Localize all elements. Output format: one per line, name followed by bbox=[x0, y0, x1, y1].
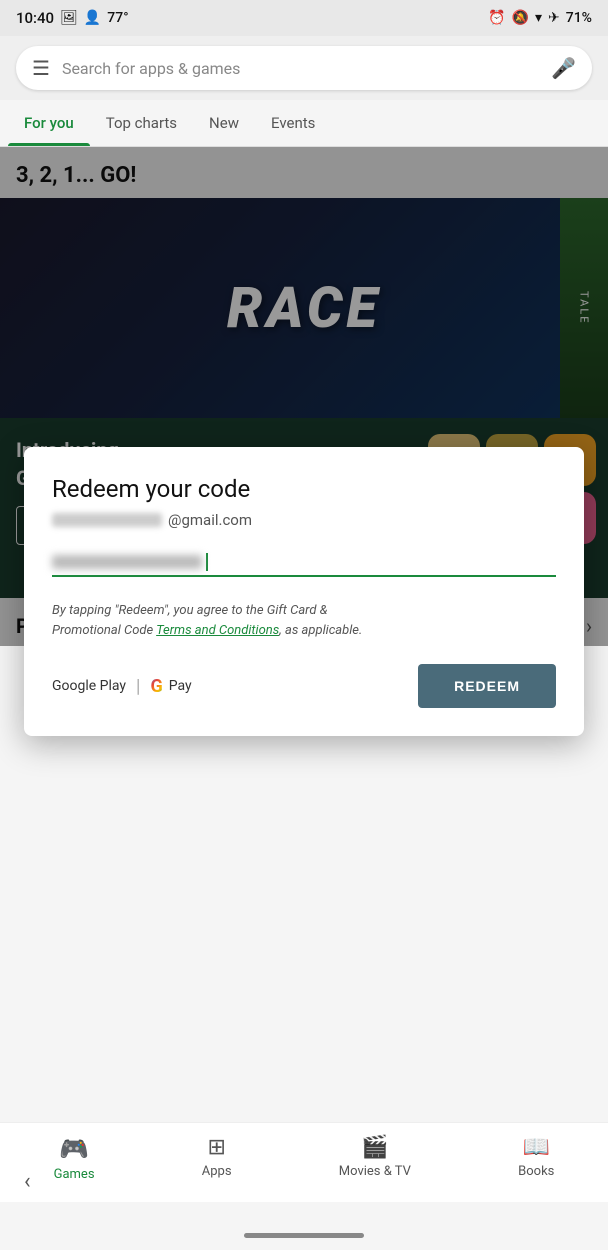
code-blur-text bbox=[52, 555, 202, 569]
nav-item-games[interactable]: 🎮 Games bbox=[42, 1131, 107, 1198]
tab-top-charts[interactable]: Top charts bbox=[90, 100, 193, 146]
code-cursor bbox=[206, 553, 208, 571]
redeem-modal: Redeem your code @gmail.com By tapping "… bbox=[24, 447, 584, 736]
photo-icon: 🖼 bbox=[60, 10, 78, 26]
tab-events[interactable]: Events bbox=[255, 100, 331, 146]
wifi-icon: ▾ bbox=[535, 10, 542, 26]
battery-display: 71% bbox=[566, 10, 592, 26]
nav-item-apps[interactable]: ⊞ Apps bbox=[190, 1131, 244, 1198]
temperature-display: 77° bbox=[107, 10, 128, 26]
modal-footer: Google Play | G Pay REDEEM bbox=[52, 664, 556, 708]
time-display: 10:40 bbox=[16, 9, 54, 27]
nav-item-movies[interactable]: 🎬 Movies & TV bbox=[327, 1131, 423, 1198]
modal-overlay: Redeem your code @gmail.com By tapping "… bbox=[0, 147, 608, 646]
code-underline bbox=[52, 575, 556, 577]
tab-new[interactable]: New bbox=[193, 100, 255, 146]
games-label: Games bbox=[54, 1167, 95, 1182]
hamburger-icon[interactable]: ☰ bbox=[32, 56, 50, 80]
g-logo-icon: G bbox=[150, 676, 162, 697]
code-input-container bbox=[52, 553, 556, 577]
movies-label: Movies & TV bbox=[339, 1164, 411, 1179]
status-bar: 10:40 🖼 👤 77° ⏰ 🔕 ▾ ✈ 71% bbox=[0, 0, 608, 36]
books-label: Books bbox=[518, 1164, 554, 1179]
status-right: ⏰ 🔕 ▾ ✈ 71% bbox=[488, 10, 592, 26]
code-input-display[interactable] bbox=[52, 553, 556, 571]
logo-divider: | bbox=[136, 676, 140, 697]
mic-icon[interactable]: 🎤 bbox=[551, 56, 576, 80]
alarm-icon: ⏰ bbox=[488, 10, 505, 26]
pay-label: Pay bbox=[169, 678, 192, 694]
bottom-nav: 🎮 Games ⊞ Apps 🎬 Movies & TV 📖 Books bbox=[0, 1122, 608, 1202]
tab-for-you[interactable]: For you bbox=[8, 100, 90, 146]
background-content: 3, 2, 1... GO! RACE TALE Redeem your cod… bbox=[0, 147, 608, 646]
status-left: 10:40 🖼 👤 77° bbox=[16, 9, 129, 27]
modal-title: Redeem your code bbox=[52, 475, 556, 503]
google-play-label: Google Play bbox=[52, 678, 126, 694]
apps-icon: ⊞ bbox=[207, 1135, 225, 1160]
user-icon: 👤 bbox=[84, 10, 101, 26]
airplane-icon: ✈ bbox=[548, 10, 560, 26]
search-placeholder: Search for apps & games bbox=[62, 59, 539, 78]
home-indicator bbox=[244, 1233, 364, 1238]
email-suffix: @gmail.com bbox=[168, 511, 252, 529]
apps-label: Apps bbox=[202, 1164, 232, 1179]
tabs-bar: For you Top charts New Events bbox=[0, 100, 608, 147]
redeem-button[interactable]: REDEEM bbox=[418, 664, 556, 708]
terms-text: By tapping "Redeem", you agree to the Gi… bbox=[52, 601, 556, 640]
mute-icon: 🔕 bbox=[512, 10, 529, 26]
email-blur bbox=[52, 513, 162, 527]
movies-icon: 🎬 bbox=[361, 1135, 388, 1160]
search-bar-container: ☰ Search for apps & games 🎤 bbox=[0, 36, 608, 100]
modal-email: @gmail.com bbox=[52, 511, 556, 529]
back-button[interactable]: ‹ bbox=[24, 1169, 31, 1194]
search-bar[interactable]: ☰ Search for apps & games 🎤 bbox=[16, 46, 592, 90]
terms-link[interactable]: Terms and Conditions bbox=[156, 623, 279, 638]
google-play-pay-logo: Google Play | G Pay bbox=[52, 676, 192, 697]
books-icon: 📖 bbox=[523, 1135, 550, 1160]
games-icon: 🎮 bbox=[59, 1135, 89, 1163]
nav-item-books[interactable]: 📖 Books bbox=[506, 1131, 566, 1198]
